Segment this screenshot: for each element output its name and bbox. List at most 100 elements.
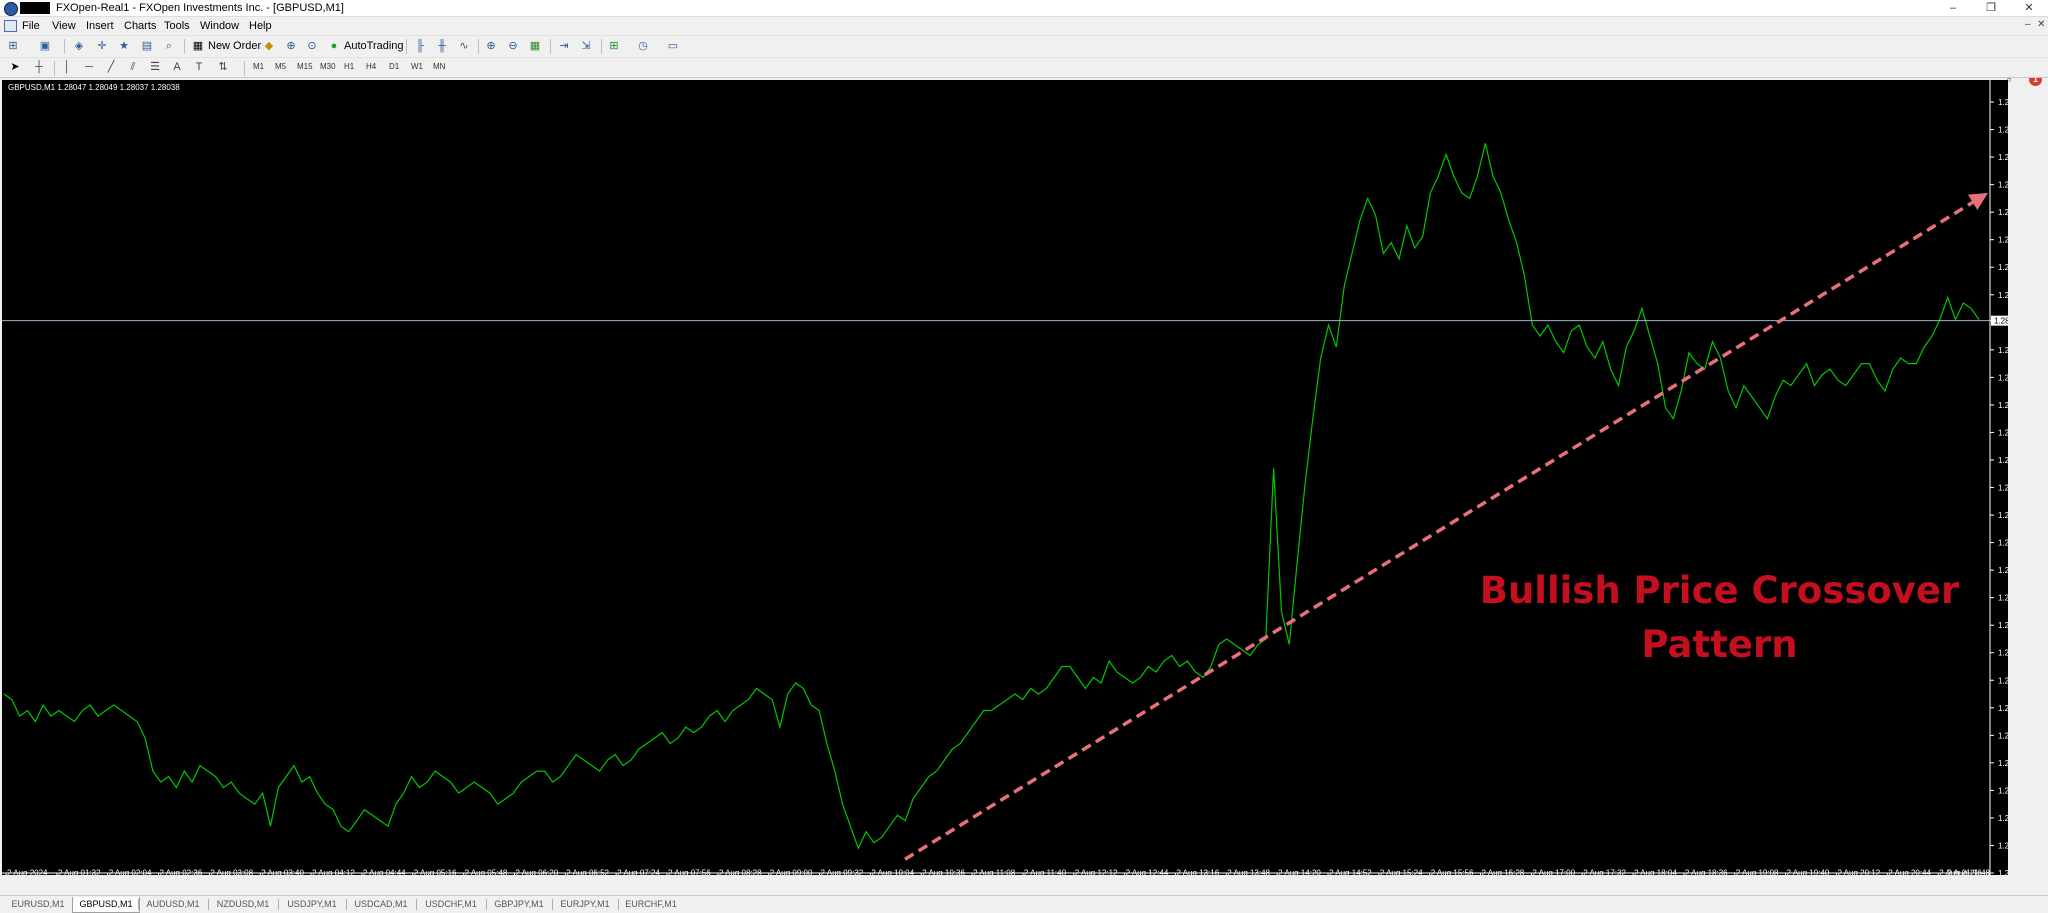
y-tick-label: 1.27485 [1998, 621, 2008, 630]
toolbar-separator [406, 39, 407, 54]
x-tick-label: 2 Aug 10:36 [922, 869, 965, 875]
account-mask [20, 2, 50, 14]
menu-charts[interactable]: Charts [121, 19, 159, 33]
tile-windows-icon[interactable]: ▦ [528, 39, 542, 53]
maximize-button[interactable]: ❐ [1976, 0, 2006, 16]
channel-icon[interactable]: ⫽ [126, 60, 140, 74]
x-tick-label: 2 Aug 2024 [7, 869, 48, 875]
indicators-icon[interactable]: ⊞ [607, 39, 621, 53]
menu-view[interactable]: View [49, 19, 79, 33]
y-tick-label: 1.27635 [1998, 539, 2008, 548]
toolbar-separator [54, 61, 55, 76]
new-chart-icon[interactable]: ⊞ [6, 39, 20, 53]
candlestick-icon[interactable]: ╫ [435, 39, 449, 53]
y-tick-label: 1.27435 [1998, 649, 2008, 658]
crosshair-icon[interactable]: ┼ [32, 60, 46, 74]
menu-help[interactable]: Help [246, 19, 275, 33]
x-tick-label: 2 Aug 21:48 [1947, 869, 1990, 875]
x-tick-label: 2 Aug 15:24 [1380, 869, 1423, 875]
fibonacci-icon[interactable]: ☰ [148, 60, 162, 74]
chart-tab-usdchf-m1[interactable]: USDCHF,M1 [416, 897, 486, 912]
chart-tab-usdjpy-m1[interactable]: USDJPY,M1 [278, 897, 346, 912]
menu-file[interactable]: File [19, 19, 43, 33]
navigator-icon[interactable]: ★ [117, 39, 131, 53]
timeframe-d1[interactable]: D1 [389, 61, 399, 73]
x-tick-label: 2 Aug 06:52 [566, 869, 609, 875]
bar-chart-icon[interactable]: ╟ [413, 39, 427, 53]
profiles-icon[interactable]: ▣ [38, 39, 52, 53]
timeframe-m1[interactable]: M1 [253, 61, 264, 73]
periods-icon[interactable]: ◷ [636, 39, 650, 53]
timeframe-m15[interactable]: M15 [297, 61, 313, 73]
mdi-minimize-button[interactable]: – [2025, 19, 2031, 30]
new-order-button[interactable]: ▦ New Order [190, 38, 261, 54]
x-tick-label: 2 Aug 20:44 [1888, 869, 1931, 875]
price-line [3, 143, 1980, 850]
price-chart[interactable]: 1.28435 1.28385 1.28335 1.28285 1.28235 1.281… [2, 80, 2008, 875]
y-tick-label: 1.28085 [1998, 291, 2008, 300]
toolbar-separator [244, 61, 245, 76]
y-tick-label: 1.28185 [1998, 236, 2008, 245]
chart-tab-eurjpy-m1[interactable]: EURJPY,M1 [552, 897, 618, 912]
x-tick-label: 2 Aug 19:08 [1736, 869, 1779, 875]
chart-tab-audusd-m1[interactable]: AUDUSD,M1 [138, 897, 208, 912]
y-tick-label: 1.28435 [1998, 98, 2008, 107]
chart-shift-icon[interactable]: ⇥ [557, 39, 571, 53]
x-tick-label: 2 Aug 12:44 [1126, 869, 1169, 875]
chart-tab-nzdusd-m1[interactable]: NZDUSD,M1 [208, 897, 278, 912]
cursor-icon[interactable]: ➤ [8, 60, 22, 74]
timeframe-mn[interactable]: MN [433, 61, 445, 73]
close-button[interactable]: ✕ [2014, 0, 2044, 16]
symbol-info: GBPUSD,M1 1.28047 1.28049 1.28037 1.2803… [8, 83, 180, 92]
templates-icon[interactable]: ▭ [666, 39, 680, 53]
mdi-close-button[interactable]: ✕ [2037, 19, 2045, 30]
menu-window[interactable]: Window [197, 19, 242, 33]
toolbar-separator [64, 39, 65, 54]
chart-tab-gbpjpy-m1[interactable]: GBPJPY,M1 [486, 897, 552, 912]
y-tick-label: 1.27835 [1998, 428, 2008, 437]
line-chart-icon[interactable]: ∿ [457, 39, 471, 53]
zoom-out-icon[interactable]: ⊖ [506, 39, 520, 53]
timeframe-m30[interactable]: M30 [320, 61, 336, 73]
trendline-icon[interactable]: ╱ [104, 60, 118, 74]
annotation-line-1: Bullish Price Crossover [1479, 569, 1960, 612]
text-label-icon[interactable]: T [192, 60, 206, 74]
metaeditor-icon[interactable]: ◆ [262, 39, 276, 53]
timeframe-h1[interactable]: H1 [344, 61, 354, 73]
chart-tabs-bar: EURUSD,M1 GBPUSD,M1 AUDUSD,M1 NZDUSD,M1 USDJ… [0, 895, 2048, 913]
vertical-line-icon[interactable]: │ [60, 60, 74, 74]
auto-trading-button[interactable]: ● AutoTrading [326, 38, 404, 54]
auto-scroll-icon[interactable]: ⇲ [579, 39, 593, 53]
strategy-tester-icon[interactable]: ⌕ [162, 39, 176, 53]
chart-tab-usdcad-m1[interactable]: USDCAD,M1 [346, 897, 416, 912]
signals-icon[interactable]: ⊕ [284, 39, 298, 53]
y-tick-label: 1.27085 [1998, 841, 2008, 850]
terminal-icon[interactable]: ▤ [140, 39, 154, 53]
market-watch-icon[interactable]: ◈ [72, 39, 86, 53]
menu-tools[interactable]: Tools [161, 19, 193, 33]
market-icon[interactable]: ⊙ [305, 39, 319, 53]
data-window-icon[interactable]: ✛ [95, 39, 109, 53]
zoom-in-icon[interactable]: ⊕ [484, 39, 498, 53]
annotation-line-2: Pattern [1641, 623, 1798, 666]
timeframe-m5[interactable]: M5 [275, 61, 286, 73]
x-tick-label: 2 Aug 04:12 [312, 869, 355, 875]
timeframe-h4[interactable]: H4 [366, 61, 376, 73]
chart-tab-eurusd-m1[interactable]: EURUSD,M1 [4, 897, 72, 912]
timeframe-w1[interactable]: W1 [411, 61, 423, 73]
horizontal-line-icon[interactable]: ─ [82, 60, 96, 74]
x-tick-label: 2 Aug 09:00 [770, 869, 813, 875]
menu-bar: File View Insert Charts Tools Window Hel… [0, 17, 2048, 34]
chart-tab-eurchf-m1[interactable]: EURCHF,M1 [618, 897, 684, 912]
chart-window[interactable]: 1.28435 1.28385 1.28335 1.28285 1.28235 1.281… [2, 80, 2008, 875]
x-tick-label: 2 Aug 07:24 [617, 869, 660, 875]
arrows-icon[interactable]: ⇅ [216, 60, 230, 74]
y-tick-label: 1.28335 [1998, 153, 2008, 162]
text-icon[interactable]: A [170, 60, 184, 74]
x-tick-label: 2 Aug 11:08 [973, 869, 1016, 875]
chart-tab-gbpusd-m1[interactable]: GBPUSD,M1 [72, 897, 140, 913]
window-title: FXOpen-Real1 - FXOpen Investments Inc. -… [56, 2, 344, 14]
minimize-button[interactable]: – [1938, 0, 1968, 16]
menu-insert[interactable]: Insert [83, 19, 117, 33]
toolbar-separator [478, 39, 479, 54]
